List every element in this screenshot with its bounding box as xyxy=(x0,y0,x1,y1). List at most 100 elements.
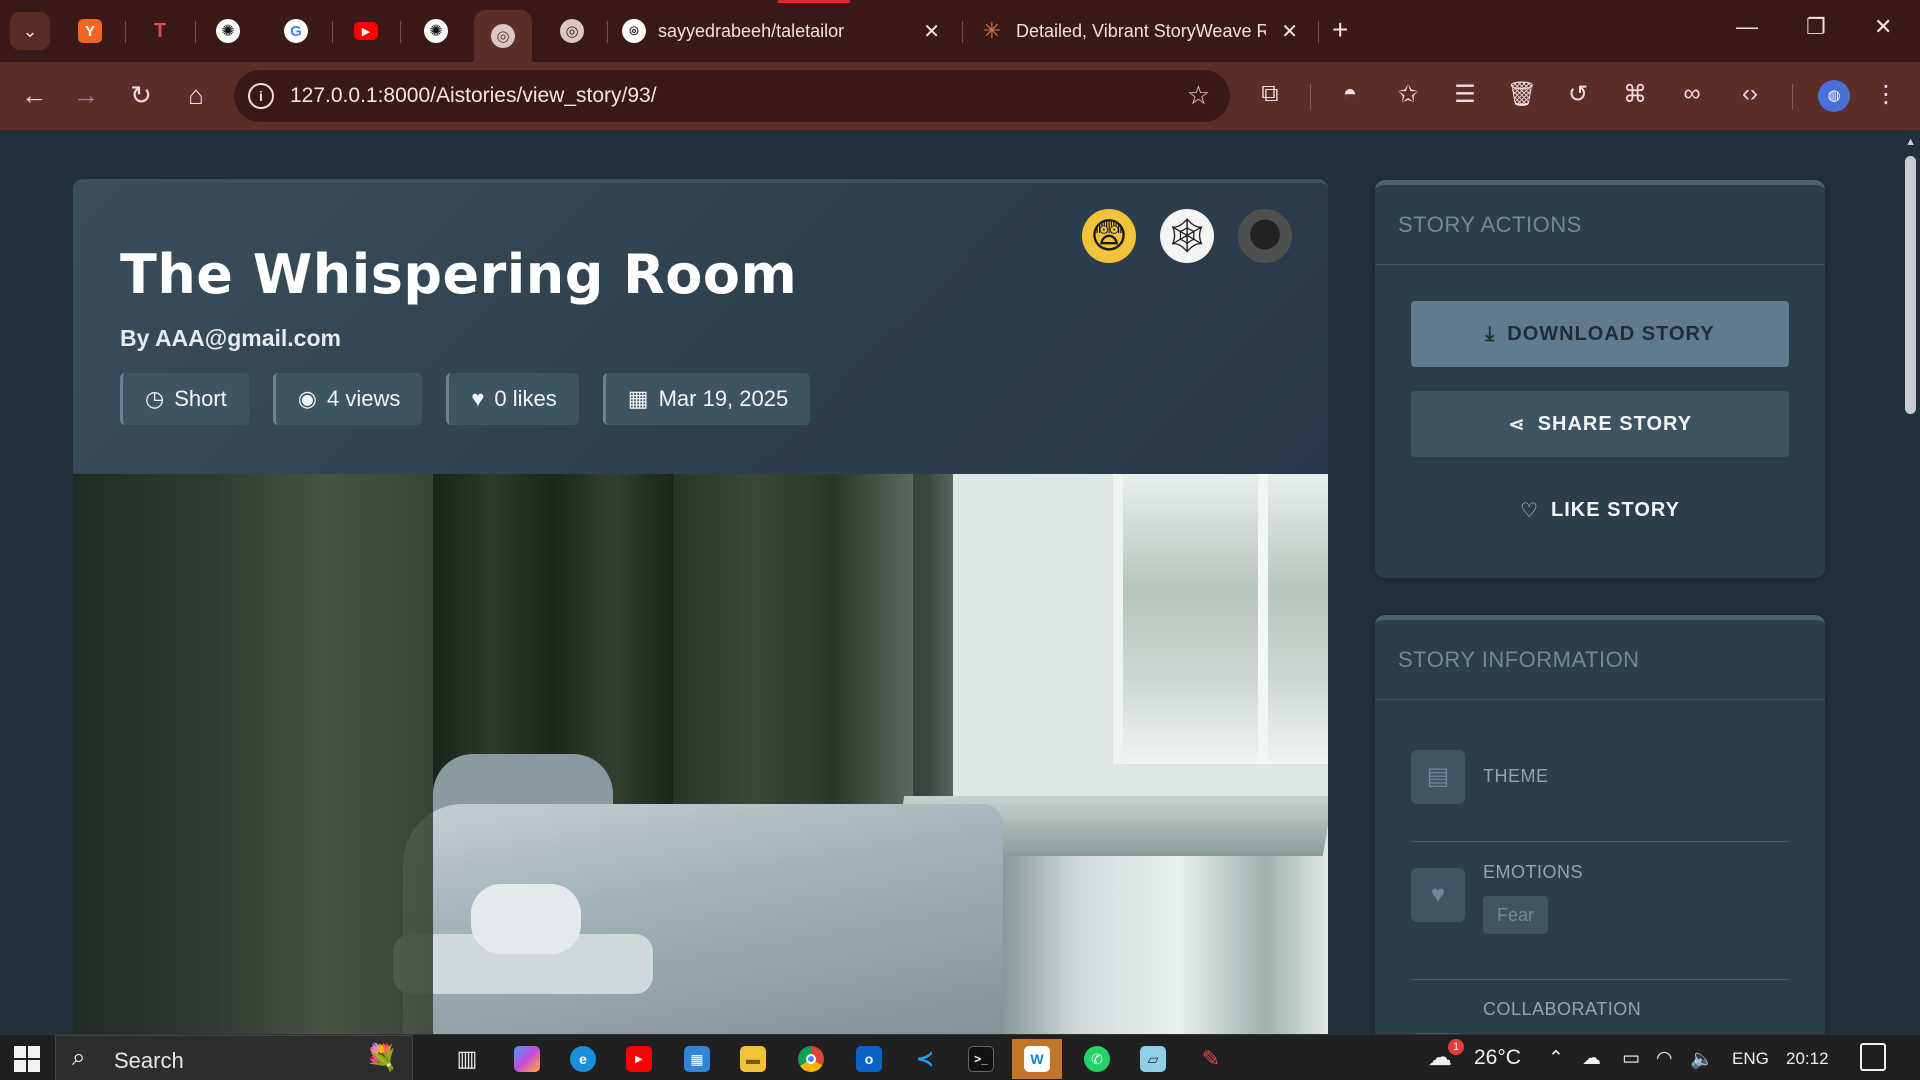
claude-icon: ✳ xyxy=(982,18,1002,43)
new-moon-icon: 🌑 xyxy=(1238,209,1292,263)
windows-start-icon[interactable] xyxy=(14,1046,40,1072)
pinned-tab-openai[interactable]: ✺ xyxy=(200,10,256,52)
pinned-tab-active[interactable]: ◎ xyxy=(474,10,532,62)
browser-toolbar: ← → ↻ ⌂ i 127.0.0.1:8000/Aistories/view_… xyxy=(0,62,1920,130)
notes-icon[interactable]: ▱ xyxy=(1128,1039,1178,1079)
pinned-tab-google[interactable]: G xyxy=(268,10,324,52)
tab-separator xyxy=(607,21,608,43)
tab-separator xyxy=(195,21,196,43)
info-row-theme: ▤ THEME xyxy=(1411,750,1789,842)
date-badge: ▦ Mar 19, 2025 xyxy=(602,373,811,425)
tab-storyweave[interactable]: ✳ Detailed, Vibrant StoryWeave R ✕ xyxy=(980,10,1306,52)
share-story-button[interactable]: ⋖ SHARE STORY xyxy=(1411,391,1789,457)
pinned-tab-ycombinator[interactable]: Y xyxy=(62,10,118,52)
page-scrollbar[interactable]: ▲ xyxy=(1902,130,1920,1034)
store-icon[interactable]: ▦ xyxy=(672,1039,722,1079)
browser-tab-bar: ⌄ Y T ✺ G ▶ ✺ ◎ ◎ ⌾ sayyedrabeeh/taletai… xyxy=(0,0,1920,62)
word-app-icon[interactable]: W xyxy=(1012,1039,1062,1079)
pinned-tab-tabler[interactable]: T xyxy=(132,10,188,52)
address-url[interactable]: 127.0.0.1:8000/Aistories/view_story/93/ xyxy=(290,84,657,108)
tab-title: Detailed, Vibrant StoryWeave R xyxy=(1016,20,1266,41)
volume-icon[interactable]: 🔈 xyxy=(1690,1047,1714,1071)
favorites-icon[interactable]: ✩ xyxy=(1392,80,1424,109)
profile-avatar[interactable]: ◍ xyxy=(1818,80,1850,112)
vscode-icon[interactable]: ≺ xyxy=(900,1039,950,1079)
language-indicator[interactable]: ENG xyxy=(1732,1049,1769,1069)
outlook-icon[interactable]: o xyxy=(844,1039,894,1079)
whatsapp-icon[interactable]: ✆ xyxy=(1072,1039,1122,1079)
link-icon[interactable]: ∞ xyxy=(1676,80,1708,108)
pinned-tab-openai-2[interactable]: ✺ xyxy=(408,10,464,52)
chrome-icon[interactable] xyxy=(786,1039,836,1079)
restore-button[interactable]: ❐ xyxy=(1806,14,1826,40)
scroll-up-icon[interactable]: ▲ xyxy=(1905,136,1916,148)
reload-icon[interactable]: ↻ xyxy=(125,80,157,111)
share-icon: ⋖ xyxy=(1507,413,1526,436)
tab-github[interactable]: ⌾ sayyedrabeeh/taletailor ✕ xyxy=(622,10,948,52)
youtube-app-icon[interactable]: ▶ xyxy=(614,1039,664,1079)
globe-icon: ◎ xyxy=(560,19,584,43)
file-explorer-icon[interactable]: ▬ xyxy=(728,1039,778,1079)
badge-label: 0 likes xyxy=(494,386,557,411)
tab-title: sayyedrabeeh/taletailor xyxy=(658,20,845,41)
tab-separator xyxy=(962,21,963,43)
translate-icon[interactable]: ⌘ xyxy=(1619,80,1651,109)
pinned-tab-youtube[interactable]: ▶ xyxy=(338,10,394,52)
like-story-button[interactable]: ♡ LIKE STORY xyxy=(1411,477,1789,543)
scroll-thumb[interactable] xyxy=(1905,156,1916,414)
toolbar-separator xyxy=(1310,84,1311,110)
bookmark-star-icon[interactable]: ☆ xyxy=(1187,80,1210,111)
close-window-button[interactable]: ✕ xyxy=(1874,14,1892,40)
address-bar[interactable]: i 127.0.0.1:8000/Aistories/view_story/93… xyxy=(234,70,1230,122)
story-information-card: STORY INFORMATION ▤ THEME ♥ EMOTIONS Fea… xyxy=(1375,615,1825,1034)
tab-search-button[interactable]: ⌄ xyxy=(10,12,50,50)
copilot-icon[interactable] xyxy=(502,1039,552,1079)
onedrive-error-icon[interactable]: ☁ xyxy=(1582,1047,1601,1070)
download-story-button[interactable]: ⤓ DOWNLOAD STORY xyxy=(1411,301,1789,367)
info-row-collaboration: 👥 COLLABORATION xyxy=(1411,985,1789,1034)
incognito-icon[interactable]: ◓ xyxy=(1334,80,1366,108)
back-icon[interactable]: ← xyxy=(18,80,50,111)
battery-icon[interactable]: ▭ xyxy=(1622,1047,1640,1070)
clock-time[interactable]: 20:12 xyxy=(1786,1049,1829,1069)
extensions-icon[interactable]: ⧉ xyxy=(1254,80,1286,108)
pinned-tab-globe[interactable]: ◎ xyxy=(544,10,600,52)
story-header: 😨 🕸 🌑 The Whispering Room By AAA@gmail.c… xyxy=(73,183,1328,474)
chevron-up-icon[interactable]: ⌃ xyxy=(1548,1047,1564,1070)
code-icon[interactable]: ‹› xyxy=(1734,80,1766,108)
weather-temperature[interactable]: 26°C xyxy=(1474,1046,1521,1070)
close-icon[interactable]: ✕ xyxy=(1281,19,1298,44)
window-bar xyxy=(1258,474,1268,764)
new-tab-button[interactable]: + xyxy=(1332,14,1348,46)
story-author: By AAA@gmail.com xyxy=(120,325,341,351)
story-card: 😨 🕸 🌑 The Whispering Room By AAA@gmail.c… xyxy=(73,179,1328,1034)
github-icon: ⌾ xyxy=(622,19,646,43)
story-actions-card: STORY ACTIONS ⤓ DOWNLOAD STORY ⋖ SHARE S… xyxy=(1375,180,1825,578)
edge-icon[interactable]: e xyxy=(558,1039,608,1079)
minimize-button[interactable]: — xyxy=(1736,14,1758,40)
home-icon[interactable]: ⌂ xyxy=(180,80,212,111)
windows-taskbar: ⌕ Search 💐 ▥ e ▶ ▦ ▬ o ≺ >_ W ✆ ▱ ✎ ☁ 1 … xyxy=(0,1034,1920,1080)
task-view-icon[interactable]: ▥ xyxy=(442,1039,492,1079)
history-icon[interactable]: ↺ xyxy=(1562,80,1594,109)
information-heading: STORY INFORMATION xyxy=(1375,620,1825,700)
menu-dots-icon[interactable]: ⋮ xyxy=(1870,80,1902,109)
paint-icon[interactable]: ✎ xyxy=(1186,1039,1236,1079)
share-label: SHARE STORY xyxy=(1537,412,1693,435)
wifi-icon[interactable]: ◠ xyxy=(1656,1047,1673,1070)
site-info-icon[interactable]: i xyxy=(248,83,274,109)
close-icon[interactable]: ✕ xyxy=(923,19,940,44)
reading-list-icon[interactable]: ☰ xyxy=(1449,80,1481,109)
taskbar-search-box[interactable]: ⌕ Search 💐 xyxy=(55,1035,413,1080)
story-title: The Whispering Room xyxy=(120,243,798,306)
info-row-emotions: ♥ EMOTIONS Fear xyxy=(1411,850,1789,980)
emotion-tag: Fear xyxy=(1483,896,1549,934)
forward-icon[interactable]: → xyxy=(70,80,102,111)
youtube-icon: ▶ xyxy=(354,22,378,40)
terminal-icon[interactable]: >_ xyxy=(956,1039,1006,1079)
delete-icon[interactable]: 🗑 xyxy=(1506,80,1538,109)
globe-icon: ◎ xyxy=(491,24,515,48)
ycombinator-icon: Y xyxy=(78,19,102,43)
notification-center-icon[interactable] xyxy=(1860,1043,1886,1071)
toolbar-separator xyxy=(1792,84,1793,110)
